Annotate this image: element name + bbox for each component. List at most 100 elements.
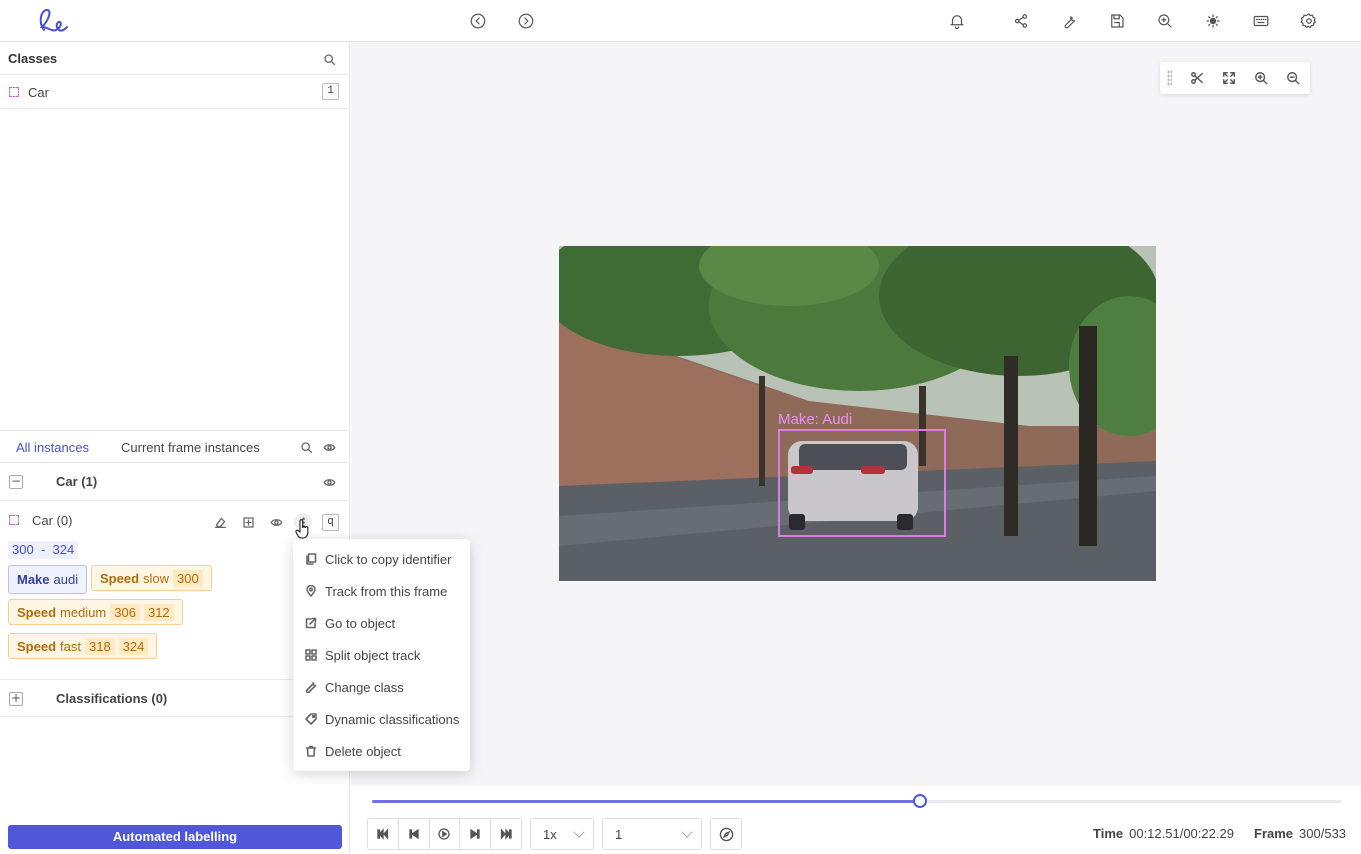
back-icon[interactable] (466, 9, 490, 33)
tag-icon (305, 713, 317, 725)
frame-range: 300 - 324 (8, 541, 79, 559)
keyboard-icon[interactable] (1249, 9, 1273, 33)
chevron-down-icon (681, 826, 693, 838)
timeline-scrubber[interactable] (912, 794, 927, 808)
brightness-icon[interactable] (1201, 9, 1225, 33)
menu-item-split-track[interactable]: Split object track (293, 639, 470, 671)
attribute-frame: 312 (143, 603, 174, 621)
skip-to-start-icon[interactable] (368, 819, 399, 849)
map-pin-icon (306, 585, 316, 597)
classes-title: Classes (8, 51, 58, 66)
attribute-chip-make[interactable]: Make audi (8, 565, 88, 594)
attribute-frame: 300 (173, 569, 203, 587)
zoom-out-icon[interactable] (1284, 69, 1302, 87)
compass-button[interactable] (710, 818, 742, 850)
attribute-key: Speed (100, 570, 140, 586)
play-icon[interactable] (430, 819, 461, 849)
frame-readout: Frame 300/533 (1254, 826, 1346, 841)
playback-speed-value: 1x (543, 827, 557, 842)
menu-item-label: Change class (325, 679, 404, 695)
timeline-progress (372, 800, 920, 803)
save-icon[interactable] (1105, 9, 1129, 33)
previous-frame-icon[interactable] (399, 819, 430, 849)
attribute-key: Speed (17, 638, 57, 654)
time-value: 00:12.51/00:22.29 (1129, 826, 1234, 841)
attribute-key: Speed (17, 604, 57, 620)
menu-item-label: Delete object (325, 743, 401, 759)
timeline-bar: 1x 1 Time 00:12.51/00:22.29 Frame 300/533 (351, 786, 1361, 854)
class-hotkey: 1 (322, 83, 339, 100)
attribute-value: slow (143, 570, 170, 586)
timeline-track[interactable] (372, 794, 1342, 808)
attribute-chip-speed-fast[interactable]: Speed fast 318 324 (8, 633, 158, 659)
menu-item-copy-identifier[interactable]: Click to copy identifier (293, 543, 470, 575)
menu-item-label: Track from this frame (325, 583, 448, 599)
eye-icon[interactable] (320, 473, 338, 491)
attribute-key: Make (17, 572, 50, 587)
attribute-frame: 324 (118, 637, 149, 655)
menu-item-track-from-frame[interactable]: Track from this frame (293, 575, 470, 607)
copy-icon (306, 553, 317, 565)
frame-step-value: 1 (615, 827, 623, 842)
add-box-icon[interactable] (239, 513, 257, 531)
go-to-icon (305, 617, 317, 629)
attribute-chip-speed-slow[interactable]: Speed slow 300 (91, 565, 212, 591)
attribute-frame: 306 (110, 603, 140, 621)
zoom-in-icon[interactable] (1252, 69, 1270, 87)
tab-current-frame-instances[interactable]: Current frame instances (121, 440, 260, 455)
attribute-value: medium (60, 604, 107, 620)
bell-icon[interactable] (945, 9, 969, 33)
menu-item-delete-object[interactable]: Delete object (293, 735, 470, 767)
collapse-icon[interactable]: − (9, 475, 23, 489)
skip-to-end-icon[interactable] (491, 819, 521, 849)
fit-screen-icon[interactable] (1220, 69, 1238, 87)
video-frame[interactable]: Make: Audi (559, 246, 1156, 581)
class-row-car[interactable]: Car 1 (0, 75, 350, 109)
instances-tabs: All instances Current frame instances (0, 430, 350, 463)
automated-labelling-button[interactable]: Automated labelling (8, 825, 342, 849)
canvas-area[interactable]: Make: Audi (351, 42, 1361, 786)
eye-icon[interactable] (320, 438, 338, 456)
menu-item-change-class[interactable]: Change class (293, 671, 470, 703)
classes-header: Classes (0, 42, 350, 75)
object-hotkey: q (322, 514, 339, 531)
settings-gear-icon[interactable] (1297, 9, 1321, 33)
bounding-box-icon (9, 515, 19, 525)
split-icon (305, 649, 317, 661)
hand-cursor-icon (295, 519, 309, 539)
menu-item-label: Split object track (325, 647, 421, 663)
menu-item-label: Click to copy identifier (325, 551, 452, 567)
eraser-icon[interactable] (211, 513, 229, 531)
expand-icon[interactable]: + (9, 692, 23, 706)
next-frame-icon[interactable] (460, 819, 492, 849)
app-logo[interactable] (34, 5, 70, 37)
attribute-chip-speed-medium[interactable]: Speed medium 306 312 (8, 599, 183, 625)
frame-value: 300/533 (1299, 826, 1347, 841)
range-end: 324 (52, 542, 75, 557)
wrench-icon[interactable] (1057, 9, 1081, 33)
zoom-in-icon[interactable] (1153, 9, 1177, 33)
search-icon[interactable] (297, 438, 315, 456)
canvas-toolbar (1160, 62, 1310, 94)
class-name: Car (28, 85, 49, 100)
menu-item-label: Go to object (325, 615, 396, 631)
share-icon[interactable] (1009, 9, 1033, 33)
scissors-icon[interactable] (1188, 69, 1206, 87)
attribute-frame: 318 (84, 637, 115, 655)
forward-icon[interactable] (514, 9, 538, 33)
frame-step-select[interactable]: 1 (602, 818, 702, 850)
menu-item-dynamic-classifications[interactable]: Dynamic classifications (293, 703, 470, 735)
menu-item-label: Dynamic classifications (325, 711, 460, 727)
annotation-bounding-box[interactable] (778, 429, 946, 537)
search-icon[interactable] (320, 50, 338, 68)
object-name[interactable]: Car (0) (32, 513, 72, 528)
group-row-car[interactable]: − Car (1) (0, 463, 350, 501)
drag-handle-icon[interactable] (1167, 70, 1172, 86)
attribute-value: audi (53, 572, 79, 587)
playback-speed-select[interactable]: 1x (530, 818, 594, 850)
menu-item-go-to-object[interactable]: Go to object (293, 607, 470, 639)
compass-icon (719, 827, 733, 841)
eye-icon[interactable] (267, 513, 285, 531)
trash-icon (305, 745, 317, 757)
tab-all-instances[interactable]: All instances (16, 440, 89, 455)
